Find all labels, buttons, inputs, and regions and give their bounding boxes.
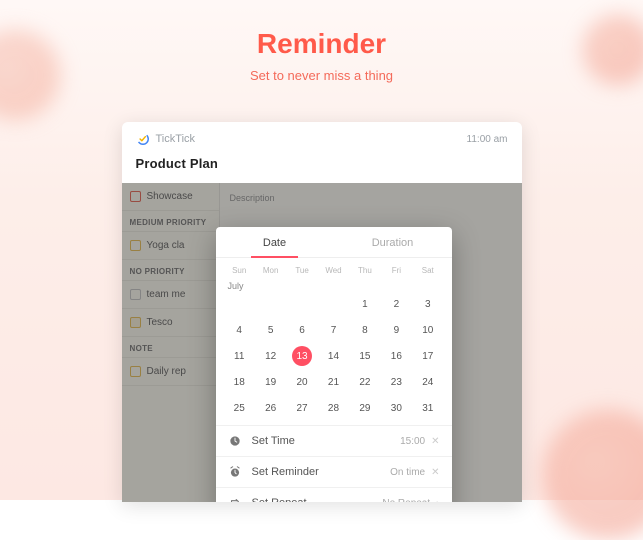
month-label: July xyxy=(216,277,452,293)
calendar-day[interactable]: 18 xyxy=(224,371,255,393)
card-time: 11:00 am xyxy=(467,134,508,145)
dow-label: Sun xyxy=(224,264,255,277)
calendar-day[interactable]: 21 xyxy=(318,371,349,393)
calendar-day[interactable]: 29 xyxy=(349,397,380,419)
repeat-icon xyxy=(228,496,242,502)
tab-date[interactable]: Date xyxy=(216,227,334,257)
calendar-day[interactable]: 13 xyxy=(286,345,317,367)
calendar-day[interactable]: 16 xyxy=(381,345,412,367)
calendar-day[interactable]: 22 xyxy=(349,371,380,393)
date-popup: Date Duration SunMonTueWedThuFriSat July… xyxy=(216,227,452,502)
page-title: Reminder xyxy=(0,0,643,60)
calendar-day[interactable]: 15 xyxy=(349,345,380,367)
clear-reminder-icon[interactable]: ✕ xyxy=(431,467,439,478)
dow-label: Thu xyxy=(349,264,380,277)
clear-time-icon[interactable]: ✕ xyxy=(431,436,439,447)
calendar-day[interactable]: 24 xyxy=(412,371,443,393)
page-subtitle: Set to never miss a thing xyxy=(0,68,643,83)
calendar-day[interactable]: 19 xyxy=(255,371,286,393)
dow-label: Wed xyxy=(318,264,349,277)
set-time-label: Set Time xyxy=(252,435,401,447)
calendar-day[interactable]: 5 xyxy=(255,319,286,341)
calendar-day[interactable]: 31 xyxy=(412,397,443,419)
calendar-day[interactable]: 8 xyxy=(349,319,380,341)
calendar-day[interactable]: 10 xyxy=(412,319,443,341)
calendar-day[interactable]: 26 xyxy=(255,397,286,419)
calendar-day[interactable]: 12 xyxy=(255,345,286,367)
calendar-day[interactable]: 25 xyxy=(224,397,255,419)
ticktick-icon xyxy=(136,132,150,146)
set-reminder-label: Set Reminder xyxy=(252,466,391,478)
app-body: ShowcaseMEDIUM PRIORITYYoga claNO PRIORI… xyxy=(122,183,522,502)
tab-duration[interactable]: Duration xyxy=(334,227,452,257)
set-reminder-value: On time xyxy=(390,467,425,478)
calendar-day[interactable]: 2 xyxy=(381,293,412,315)
app-logo: TickTick xyxy=(136,132,196,146)
calendar-day[interactable]: 20 xyxy=(286,371,317,393)
dow-label: Fri xyxy=(381,264,412,277)
dow-label: Sat xyxy=(412,264,443,277)
calendar-day[interactable]: 11 xyxy=(224,345,255,367)
alarm-icon xyxy=(228,465,242,479)
set-time-value: 15:00 xyxy=(400,436,425,447)
card-header: TickTick 11:00 am Product Plan xyxy=(122,122,522,183)
calendar-day[interactable]: 7 xyxy=(318,319,349,341)
calendar-day[interactable]: 1 xyxy=(349,293,380,315)
calendar-day[interactable]: 3 xyxy=(412,293,443,315)
calendar-day[interactable]: 30 xyxy=(381,397,412,419)
calendar-day[interactable]: 27 xyxy=(286,397,317,419)
app-name: TickTick xyxy=(156,133,196,145)
clock-icon xyxy=(228,434,242,448)
calendar-day[interactable]: 6 xyxy=(286,319,317,341)
dow-label: Mon xyxy=(255,264,286,277)
reminder-card: TickTick 11:00 am Product Plan ShowcaseM… xyxy=(122,122,522,502)
set-time-row[interactable]: Set Time 15:00 ✕ xyxy=(216,425,452,456)
calendar-day[interactable]: 17 xyxy=(412,345,443,367)
set-reminder-row[interactable]: Set Reminder On time ✕ xyxy=(216,456,452,487)
dow-label: Tue xyxy=(286,264,317,277)
calendar-day[interactable]: 14 xyxy=(318,345,349,367)
calendar-day[interactable]: 9 xyxy=(381,319,412,341)
calendar-day[interactable]: 28 xyxy=(318,397,349,419)
card-title: Product Plan xyxy=(136,156,508,171)
calendar-day[interactable]: 23 xyxy=(381,371,412,393)
calendar-day[interactable]: 4 xyxy=(224,319,255,341)
